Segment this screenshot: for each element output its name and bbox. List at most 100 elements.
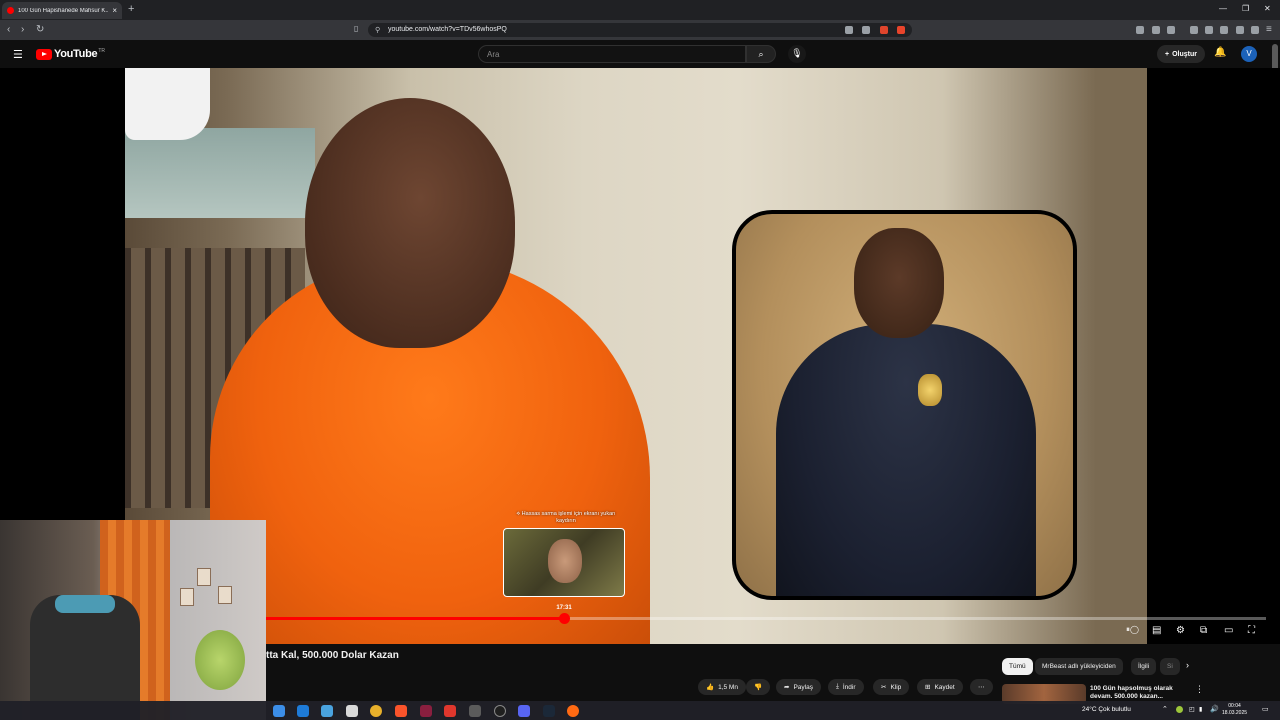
voice-search-button[interactable]: 🎙 (788, 45, 806, 63)
like-count: 1,5 Mn (718, 683, 738, 691)
search-button[interactable]: ⌕ (746, 45, 776, 63)
clock-date: 18.03.2025 (1222, 710, 1248, 716)
install-app-icon[interactable] (845, 26, 853, 34)
more-actions-button[interactable]: ⋯ (970, 679, 993, 695)
vpn-icon[interactable] (1251, 26, 1259, 34)
obs-icon[interactable] (494, 705, 506, 717)
media-icon[interactable] (1190, 26, 1198, 34)
notifications-icon[interactable]: ▭ (1262, 705, 1269, 713)
outlook-icon[interactable] (297, 705, 309, 717)
wallet-icon[interactable] (1167, 26, 1175, 34)
extensions-icon[interactable] (1152, 26, 1160, 34)
dislike-button[interactable]: 👎 (746, 679, 771, 695)
site-info-icon[interactable]: ⚲ (375, 26, 380, 34)
officer-uniform (776, 324, 1036, 596)
youtube-logo[interactable]: YouTube TR (36, 48, 105, 60)
thumbs-down-icon: 👎 (754, 684, 763, 691)
close-tab-icon[interactable]: × (112, 6, 117, 15)
youtube-header: ☰ YouTube TR Ara ⌕ 🎙 + Oluştur 🔔 V (0, 40, 1280, 68)
save-button[interactable]: ⊞ Kaydet (917, 679, 963, 695)
file-explorer-icon[interactable] (273, 705, 285, 717)
app-icon[interactable] (420, 705, 432, 717)
search-input[interactable]: Ara (478, 45, 746, 63)
search-placeholder: Ara (487, 50, 500, 59)
more-horizontal-icon: ⋯ (978, 684, 985, 691)
chrome-icon[interactable] (370, 705, 382, 717)
system-clock[interactable]: 00:04 18.03.2025 (1222, 703, 1247, 717)
close-window-icon[interactable]: ✕ (1264, 4, 1271, 13)
subtitles-icon[interactable]: ▤ (1152, 625, 1161, 636)
download-button[interactable]: ⤓ İndir (828, 679, 864, 695)
progress-played (266, 617, 564, 620)
discord-icon[interactable] (518, 705, 530, 717)
brave-alt-icon[interactable] (444, 705, 456, 717)
fullscreen-icon[interactable]: ⛶ (1248, 625, 1255, 636)
bunk-bed (125, 128, 315, 218)
theater-mode-icon[interactable]: ▭ (1224, 625, 1233, 636)
chip-all[interactable]: Tümü (1002, 658, 1033, 675)
clip-button[interactable]: ✂ Klip (873, 679, 910, 695)
brave-icon[interactable] (395, 705, 407, 717)
tray-battery-icon[interactable]: ▮ (1199, 706, 1202, 713)
steam-icon[interactable] (543, 705, 555, 717)
seek-hint: ⟡ Hassas sarma işlemi için ekranı yukarı… (516, 511, 616, 524)
reload-icon[interactable]: ↻ (36, 24, 44, 35)
wall-poster (218, 586, 232, 604)
chip-related[interactable]: İlgili (1131, 658, 1157, 675)
sidebar-icon[interactable] (1136, 26, 1144, 34)
police-badge (918, 374, 942, 406)
minimize-icon[interactable]: — (1219, 4, 1227, 13)
forward-icon[interactable]: › (21, 24, 24, 35)
hamburger-menu-icon[interactable]: ☰ (13, 48, 23, 61)
settings-gear-icon[interactable]: ⚙ (1176, 625, 1185, 636)
share-button[interactable]: ➦ Paylaş (776, 679, 821, 695)
brave-shields-icon[interactable] (880, 26, 888, 34)
pen-app-icon[interactable] (321, 705, 333, 717)
brave-rewards-icon[interactable] (897, 26, 905, 34)
microphone-icon: 🎙 (791, 48, 803, 58)
restore-icon[interactable]: ❐ (1242, 4, 1249, 13)
create-label: Oluştur (1172, 50, 1197, 58)
logo-region: TR (98, 48, 105, 54)
youtube-play-icon (36, 48, 52, 60)
volume-icon[interactable]: 🔊 (1210, 705, 1219, 713)
avocado-plush (195, 630, 245, 690)
leo-ai-icon[interactable] (1236, 26, 1244, 34)
share-page-icon[interactable] (862, 26, 870, 34)
tray-network-icon[interactable]: ◰ (1189, 706, 1195, 713)
notifications-bell-icon[interactable]: 🔔 (1214, 47, 1226, 58)
progress-bar[interactable] (266, 613, 1266, 624)
pillow (125, 68, 210, 140)
chip-partial[interactable]: Si (1160, 658, 1180, 675)
save-label: Kaydet (934, 683, 955, 691)
video-title: tta Kal, 500.000 Dolar Kazan (266, 650, 399, 661)
back-icon[interactable]: ‹ (7, 24, 10, 35)
prisoner-head (305, 98, 515, 348)
thumbs-up-icon: 👍 (706, 684, 715, 691)
plus-icon: + (1165, 50, 1170, 58)
firefox-icon[interactable] (567, 705, 579, 717)
address-bar[interactable]: ⚲ youtube.com/watch?v=TDv56whosPQ (368, 23, 912, 37)
tray-app-icon[interactable] (1176, 706, 1183, 713)
autoplay-toggle[interactable]: ⏸◯ (1126, 625, 1139, 635)
tray-chevron-icon[interactable]: ⌃ (1162, 705, 1168, 713)
task-view-icon[interactable] (346, 705, 358, 717)
chips-next-icon[interactable]: › (1186, 660, 1189, 670)
split-view-icon[interactable] (1205, 26, 1213, 34)
browser-tab-bar: 100 Gün Hapishanede Mahsur K... × + — ❐ … (0, 0, 1280, 20)
new-tab-icon[interactable]: + (128, 3, 134, 15)
miniplayer-icon[interactable]: ⧉ (1200, 625, 1207, 636)
weather-widget[interactable]: 24°C Çok bulutlu (1082, 706, 1131, 713)
chip-from-uploader[interactable]: MrBeast adlı yükleyiciden (1035, 658, 1123, 675)
browser-menu-icon[interactable]: ≡ (1266, 24, 1272, 35)
bookmark-icon[interactable]: ▯ (354, 24, 358, 33)
create-button[interactable]: + Oluştur (1157, 45, 1205, 63)
files-icon[interactable] (469, 705, 481, 717)
suggestion-menu-icon[interactable]: ⋮ (1195, 684, 1204, 695)
avatar[interactable]: V (1241, 46, 1257, 62)
like-button[interactable]: 👍 1,5 Mn (698, 679, 746, 695)
browser-tab[interactable]: 100 Gün Hapishanede Mahsur K... × (2, 2, 122, 19)
scrubber-handle[interactable] (559, 613, 570, 624)
tab-search-icon[interactable] (1220, 26, 1228, 34)
suggested-video-title[interactable]: 100 Gün hapsolmuş olarak devam. 500.000 … (1090, 685, 1190, 701)
